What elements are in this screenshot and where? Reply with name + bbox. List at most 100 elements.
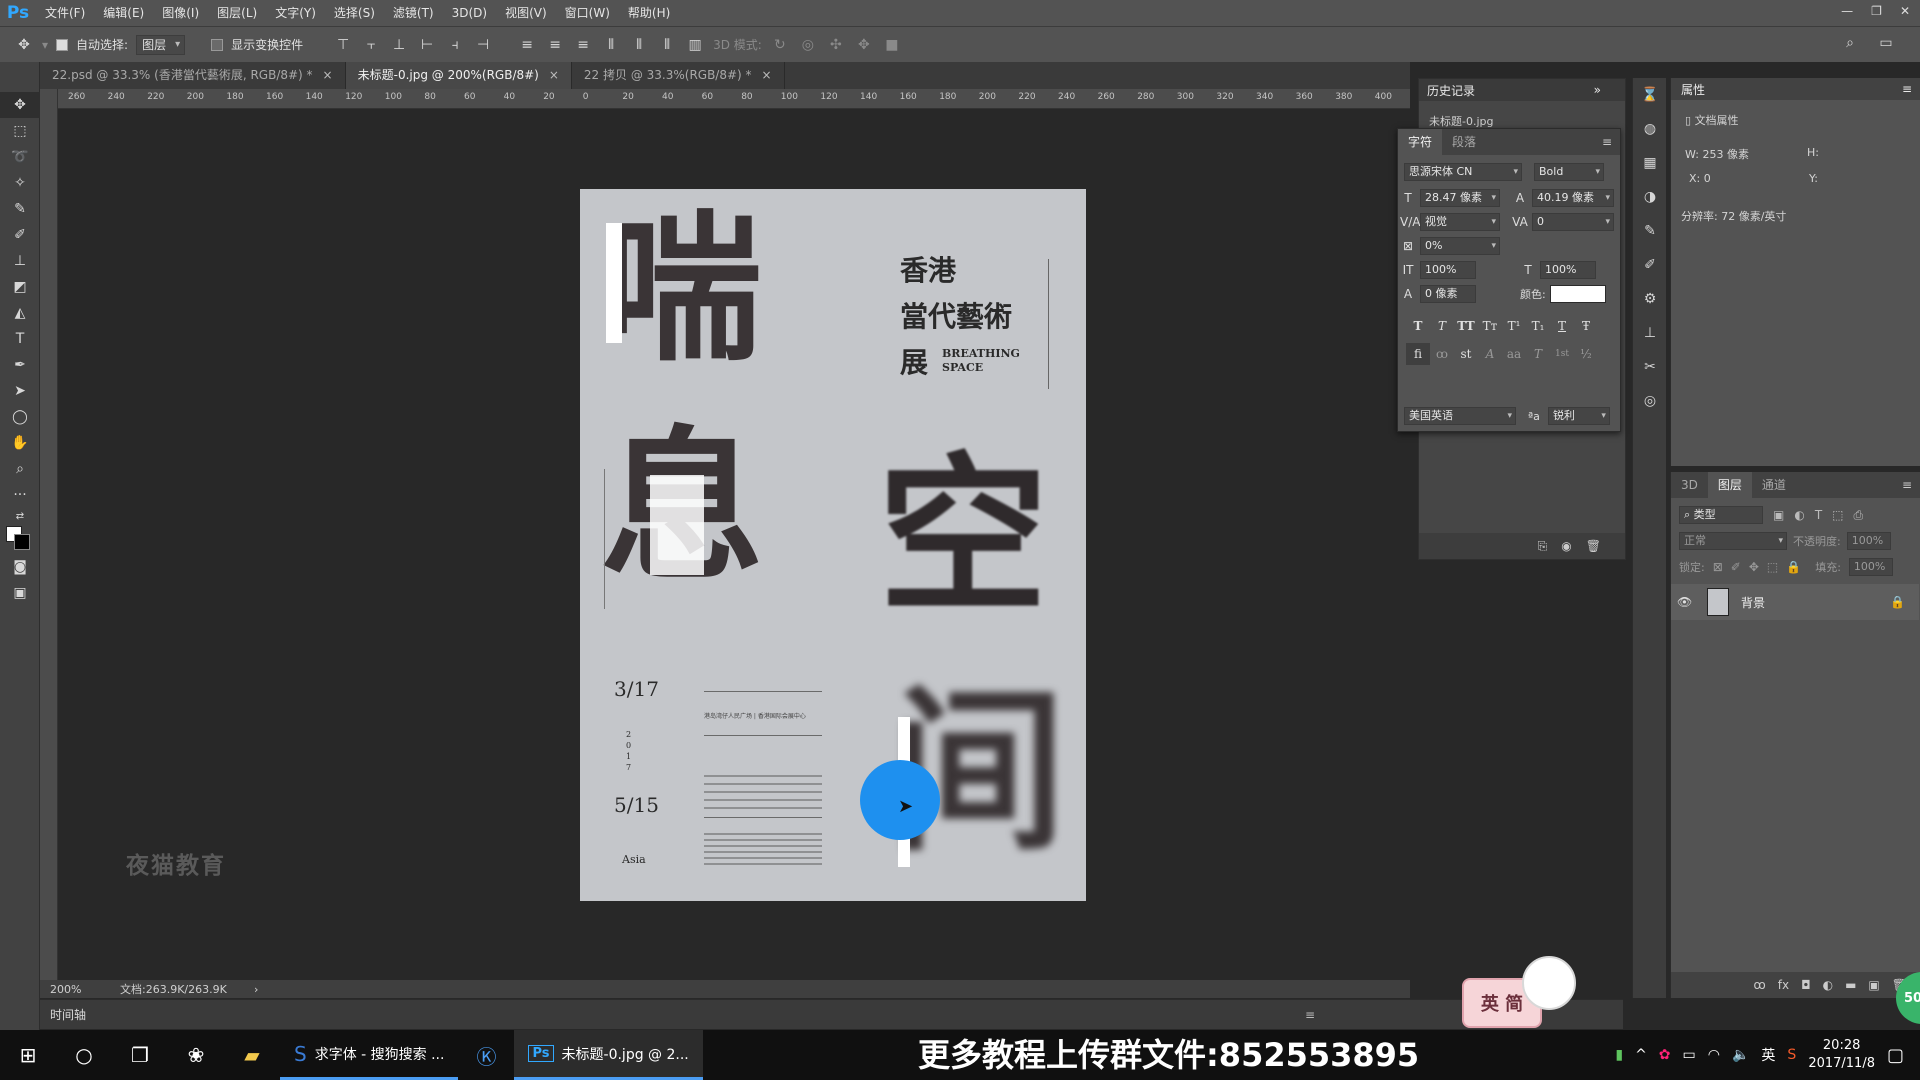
minimize-icon[interactable]: — [1841, 0, 1853, 22]
panel-menu-icon[interactable]: ≡ [1602, 135, 1620, 149]
distribute-vcenter-icon[interactable]: ≡ [545, 37, 565, 53]
file-explorer-icon[interactable]: ▰ [224, 1030, 280, 1080]
wifi-icon[interactable]: ◠ [1708, 1047, 1720, 1063]
menu-edit[interactable]: 编辑(E) [94, 0, 153, 26]
history-snapshot[interactable]: 未标题-0.jpg [1429, 113, 1494, 129]
lock-transparent-icon[interactable]: ⊠ [1713, 560, 1723, 574]
distribute-hcenter-icon[interactable]: ⦀ [629, 37, 649, 53]
tool-preset-dropdown-icon[interactable]: ▾ [42, 38, 48, 52]
poster-image[interactable]: 喘 息 空 间 香港 當代藝術 展 BREATHING SPACE 3/17 2… [580, 189, 1086, 901]
tab-character[interactable]: 字符 [1398, 129, 1443, 155]
marquee-tool-icon[interactable]: ⬚ [0, 118, 40, 144]
lasso-tool-icon[interactable]: ➰ [0, 144, 40, 170]
distribute-left-icon[interactable]: ⦀ [601, 37, 621, 53]
close-icon[interactable]: ✕ [1900, 0, 1910, 22]
blend-mode-select[interactable]: 正常 [1679, 532, 1787, 550]
tab-3d[interactable]: 3D [1671, 472, 1708, 498]
close-icon[interactable]: × [762, 68, 772, 82]
3d-roll-icon[interactable]: ◎ [798, 37, 818, 53]
ime-mascot[interactable]: 英 简 [1460, 948, 1580, 1030]
text-color-swatch[interactable] [1549, 285, 1606, 303]
auto-select-checkbox[interactable] [56, 38, 69, 51]
language-select[interactable]: 美国英语 [1404, 407, 1516, 425]
show-transform-checkbox[interactable] [211, 38, 224, 51]
collapse-icon[interactable]: » [1594, 83, 1625, 97]
antialias-select[interactable]: 锐利 [1547, 407, 1610, 425]
fractions-button[interactable]: ½ [1574, 343, 1598, 365]
x-value[interactable]: 0 [1704, 172, 1711, 185]
clock[interactable]: 20:28 2017/11/8 [1808, 1037, 1875, 1073]
small-caps-button[interactable]: Tт [1478, 315, 1502, 337]
cortana-search-icon[interactable]: ○ [56, 1030, 112, 1080]
filter-shape-icon[interactable]: ⬚ [1832, 508, 1843, 522]
baseline-shift-field[interactable]: 0 像素 [1420, 285, 1476, 303]
leading-field[interactable]: 40.19 像素 [1532, 189, 1614, 207]
panel-menu-icon[interactable]: ≡ [1902, 82, 1920, 96]
kerning-field[interactable]: 视觉 [1420, 213, 1500, 231]
timeline-menu-icon[interactable]: ≡ [1305, 1008, 1315, 1022]
taskbar-app-photoshop[interactable]: Ps 未标题-0.jpg @ 2... [514, 1030, 703, 1080]
font-family-select[interactable]: 思源宋体 CN [1404, 163, 1522, 181]
strikethrough-button[interactable]: Ŧ [1574, 315, 1598, 337]
tracking-field[interactable]: 0 [1532, 213, 1614, 231]
menu-file[interactable]: 文件(F) [36, 0, 94, 26]
old-style-button[interactable]: ꝏ [1430, 343, 1454, 365]
paths-panel-icon[interactable]: ◎ [1633, 384, 1667, 418]
hand-tool-icon[interactable]: ✋ [0, 430, 40, 456]
magic-wand-tool-icon[interactable]: ✧ [0, 170, 40, 196]
horizontal-scale-field[interactable]: 100% [1540, 261, 1596, 279]
menu-window[interactable]: 窗口(W) [556, 0, 619, 26]
discretionary-ligatures-button[interactable]: st [1454, 343, 1478, 365]
menu-select[interactable]: 选择(S) [325, 0, 384, 26]
swatches-panel-icon[interactable]: ▦ [1633, 146, 1667, 180]
battery-app-icon[interactable]: ▮ [1615, 1047, 1623, 1063]
underline-button[interactable]: T [1550, 315, 1574, 337]
adjustments-panel-icon[interactable]: ◑ [1633, 180, 1667, 214]
move-tool-icon[interactable]: ✥ [0, 92, 40, 118]
search-icon[interactable]: ⌕ [1840, 35, 1860, 51]
all-caps-button[interactable]: TT [1454, 315, 1478, 337]
align-hcenter-icon[interactable]: ⫞ [445, 37, 465, 53]
align-top-icon[interactable]: ⊤ [333, 37, 353, 53]
pen-tool-icon[interactable]: ✒ [0, 352, 40, 378]
screen-mode-icon[interactable]: ▣ [0, 580, 40, 606]
3d-scale-icon[interactable]: ■ [882, 37, 902, 53]
distribute-bottom-icon[interactable]: ≡ [573, 37, 593, 53]
close-icon[interactable]: × [549, 68, 559, 82]
ellipse-tool-icon[interactable]: ◯ [0, 404, 40, 430]
auto-align-icon[interactable]: ▥ [685, 37, 705, 53]
menu-type[interactable]: 文字(Y) [266, 0, 325, 26]
tsume-field[interactable]: 0% [1420, 237, 1500, 255]
font-style-select[interactable]: Bold [1534, 163, 1604, 181]
tray-expand-icon[interactable]: ^ [1635, 1047, 1647, 1063]
titling-alternates-button[interactable]: T [1526, 343, 1550, 365]
lock-position-icon[interactable]: ✥ [1749, 560, 1759, 574]
zoom-level[interactable]: 200% [40, 983, 108, 996]
brush-tool-icon[interactable]: ✐ [0, 222, 40, 248]
app-pinned-icon[interactable]: ❀ [168, 1030, 224, 1080]
restore-icon[interactable]: ❐ [1871, 0, 1882, 22]
sogou-ime-icon[interactable]: S [1787, 1047, 1796, 1063]
width-value[interactable]: 253 像素 [1702, 148, 1749, 161]
filter-smart-icon[interactable]: ⎙ [1854, 508, 1864, 523]
timeline-label[interactable]: 时间轴 [50, 1006, 86, 1023]
3d-rotate-icon[interactable]: ↻ [770, 37, 790, 53]
k-app-icon[interactable]: Ⓚ [458, 1030, 514, 1080]
align-vcenter-icon[interactable]: ⫟ [361, 37, 381, 53]
doc-tab-untitled[interactable]: 未标题-0.jpg @ 200%(RGB/8#) × [345, 62, 572, 89]
tab-paragraph[interactable]: 段落 [1442, 129, 1486, 155]
history-title[interactable]: 历史记录 [1427, 82, 1475, 99]
menu-layer[interactable]: 图层(L) [208, 0, 266, 26]
tool-presets-icon[interactable]: ✂ [1633, 350, 1667, 384]
stamp-tool-icon[interactable]: ⊥ [0, 248, 40, 274]
paint-bucket-tool-icon[interactable]: ◭ [0, 300, 40, 326]
quick-mask-icon[interactable]: ◙ [0, 554, 40, 580]
task-view-icon[interactable]: ❐ [112, 1030, 168, 1080]
tab-channels[interactable]: 通道 [1752, 472, 1796, 498]
workspace-icon[interactable]: ▭ [1876, 35, 1896, 51]
faux-italic-button[interactable]: T [1430, 315, 1454, 337]
new-layer-icon[interactable]: ▣ [1868, 978, 1879, 992]
eyedropper-tool-icon[interactable]: ✎ [0, 196, 40, 222]
background-color-swatch[interactable] [14, 534, 30, 550]
volume-icon[interactable]: 🔈 [1732, 1047, 1749, 1063]
